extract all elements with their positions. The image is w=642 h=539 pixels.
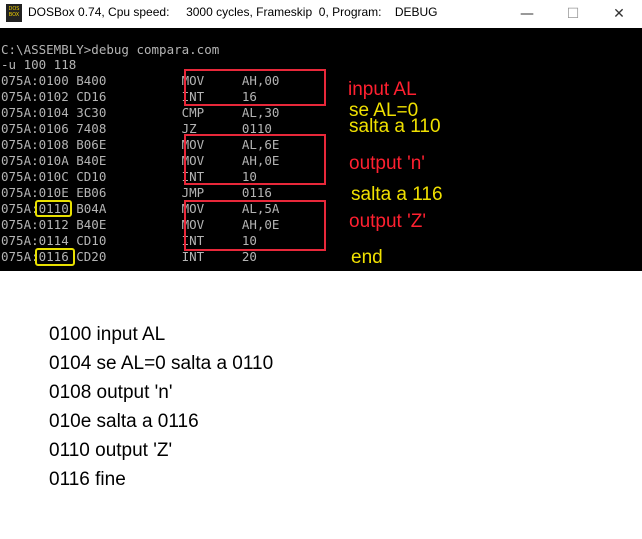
window-title: DOSBox 0.74, Cpu speed: 3000 cycles, Fra… xyxy=(28,5,438,19)
dos-console[interactable]: C:\ASSEMBLY>debug compara.com -u 100 118… xyxy=(0,28,642,271)
highlight-address-0116 xyxy=(35,248,75,266)
annotation-salta-116: salta a 116 xyxy=(351,184,443,205)
highlight-box-output-z xyxy=(184,200,326,251)
note-line: 0108 output 'n' xyxy=(49,382,173,403)
note-line: 0116 fine xyxy=(49,469,126,490)
window-titlebar[interactable]: DOS BOX DOSBox 0.74, Cpu speed: 3000 cyc… xyxy=(0,0,642,28)
console-line: -u 100 118 xyxy=(1,57,77,72)
highlight-box-output-n xyxy=(184,134,326,185)
note-line: 0100 input AL xyxy=(49,324,166,345)
note-line: 0110 output 'Z' xyxy=(49,440,173,461)
annotation-output-z: output 'Z' xyxy=(349,211,426,232)
note-line: 0104 se AL=0 salta a 0110 xyxy=(49,353,274,374)
console-line: 075A:010E EB06 JMP 0116 xyxy=(1,185,272,200)
annotation-salta-110: salta a 110 xyxy=(349,116,441,137)
highlight-box-input xyxy=(184,69,326,106)
maximize-button[interactable]: ☐ xyxy=(550,0,596,28)
close-button[interactable]: ✕ xyxy=(596,0,642,28)
note-line: 010e salta a 0116 xyxy=(49,411,199,432)
annotation-end: end xyxy=(351,247,383,268)
highlight-address-0110 xyxy=(35,200,72,217)
console-line: 075A:0104 3C30 CMP AL,30 xyxy=(1,105,280,120)
annotation-input-al: input AL xyxy=(348,79,417,100)
console-line: C:\ASSEMBLY>debug compara.com xyxy=(1,42,220,57)
dosbox-app-icon: DOS BOX xyxy=(6,4,22,22)
annotation-output-n: output 'n' xyxy=(349,153,425,174)
minimize-button[interactable]: — xyxy=(504,0,550,28)
